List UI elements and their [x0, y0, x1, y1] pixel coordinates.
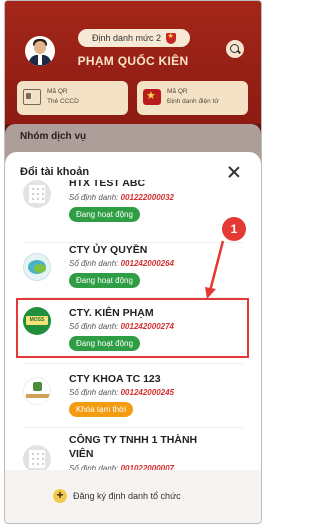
plus-icon	[53, 488, 67, 503]
account-name-line1: CÔNG TY TNHH 1 THÀNH	[69, 434, 198, 446]
account-id: 001222000032	[120, 193, 174, 202]
building-icon	[23, 180, 51, 208]
status-badge: Đang hoạt động	[69, 273, 140, 288]
identity-level-badge: Định danh mức 2	[78, 29, 190, 47]
building-icon	[23, 445, 51, 470]
account-id: 001242000264	[120, 259, 174, 268]
id-card-icon	[23, 89, 41, 105]
status-badge: Khóa tạm thời	[69, 402, 134, 417]
close-icon[interactable]	[227, 165, 241, 179]
qr-cccd-line1: Mã QR	[47, 88, 68, 95]
account-name-line2: VIÊN	[69, 448, 94, 460]
sheet-title: Đổi tài khoản	[20, 166, 90, 178]
account-id-row: Số định danh: 001242000245	[69, 388, 174, 397]
account-id-row: Số định danh: 001222000032	[69, 193, 174, 202]
profile-header: Định danh mức 2 PHẠM QUỐC KIÊN Mã QR Thẻ…	[5, 1, 261, 136]
callout-badge: 1	[222, 217, 246, 241]
status-badge: Đang hoạt động	[69, 207, 140, 222]
qr-digital-line2: Định danh điện tử	[167, 98, 219, 105]
level-label: Định danh mức 2	[91, 33, 162, 43]
qr-digital-id-card[interactable]: Mã QR Định danh điện tử	[137, 81, 248, 115]
account-id: 001242000245	[120, 388, 174, 397]
account-name: CTY ỦY QUYỀN	[69, 244, 148, 256]
search-button[interactable]	[226, 40, 244, 58]
company-logo-icon	[23, 253, 51, 281]
qr-cccd-line2: Thẻ CCCD	[47, 98, 79, 105]
highlight-box	[16, 298, 249, 358]
company-logo-icon	[23, 377, 51, 405]
qr-digital-line1: Mã QR	[167, 88, 188, 95]
register-footer[interactable]: Đăng ký định danh tổ chức	[5, 470, 261, 523]
user-name: PHẠM QUỐC KIÊN	[77, 54, 189, 68]
id-prefix: Số định danh:	[69, 388, 119, 397]
emblem-icon	[143, 89, 161, 105]
account-id-row: Số định danh: 001242000264	[69, 259, 174, 268]
shield-icon	[166, 32, 177, 44]
qr-cccd-card[interactable]: Mã QR Thẻ CCCD	[17, 81, 128, 115]
arrow-icon	[205, 240, 225, 299]
id-prefix: Số định danh:	[69, 259, 119, 268]
account-name: HTX TEST ABC	[69, 180, 146, 189]
id-prefix: Số định danh:	[69, 193, 119, 202]
phone-screen: Định danh mức 2 PHẠM QUỐC KIÊN Mã QR Thẻ…	[4, 0, 262, 524]
register-org-link[interactable]: Đăng ký định danh tổ chức	[73, 491, 181, 501]
account-name: CTY KHOA TC 123	[69, 373, 161, 385]
list-item[interactable]: CÔNG TY TNHH 1 THÀNH VIÊN Số định danh: …	[5, 431, 261, 470]
